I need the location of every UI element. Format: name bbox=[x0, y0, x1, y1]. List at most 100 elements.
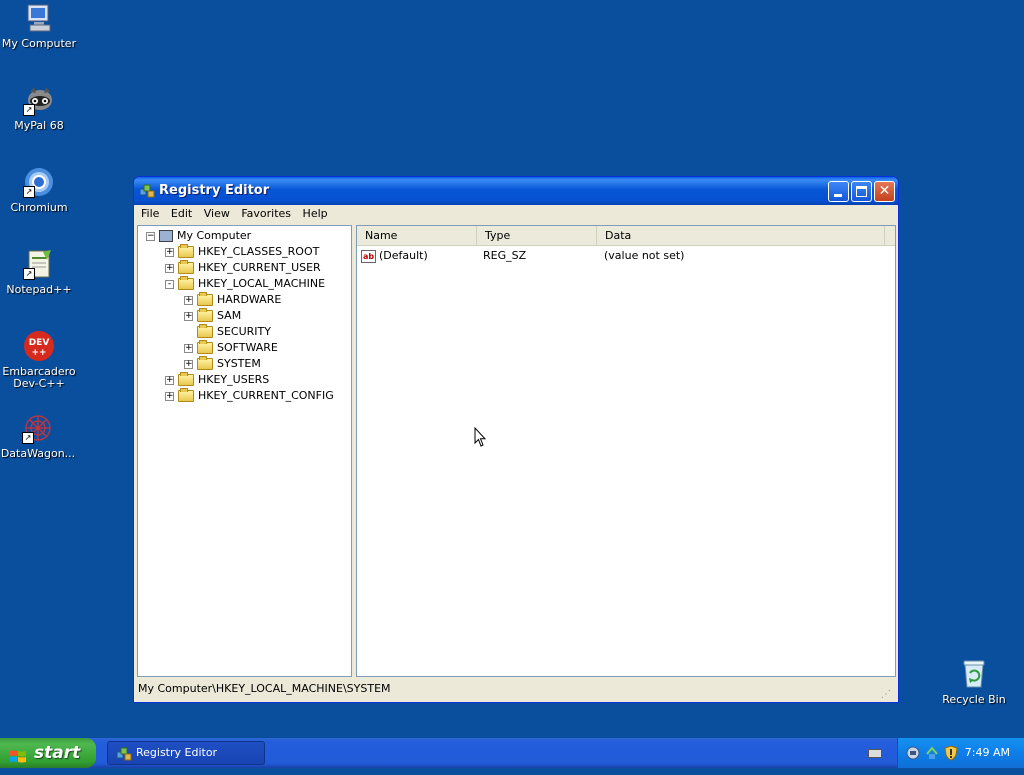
table-row[interactable]: ab (Default) REG_SZ (value not set) bbox=[357, 248, 895, 264]
tree-node-label: HKEY_CURRENT_USER bbox=[198, 261, 321, 274]
collapse-icon[interactable]: - bbox=[165, 279, 174, 289]
keyboard-icon[interactable] bbox=[868, 749, 882, 758]
start-label: start bbox=[34, 743, 81, 763]
shortcut-arrow-icon: ↗ bbox=[23, 104, 35, 116]
registry-tree[interactable]: − My Computer + HKEY_CLASSES_ROOT + HKEY_CU… bbox=[137, 225, 352, 677]
title-bar[interactable]: Registry Editor ✕ bbox=[134, 177, 898, 205]
tree-node-label: SECURITY bbox=[217, 325, 271, 338]
svg-text:++: ++ bbox=[31, 348, 46, 358]
tree-node-my-computer[interactable]: − My Computer bbox=[146, 228, 251, 244]
tree-node-hkey-classes-root[interactable]: + HKEY_CLASSES_ROOT bbox=[165, 244, 319, 260]
windows-logo-icon bbox=[9, 745, 27, 763]
expand-icon[interactable]: + bbox=[165, 375, 174, 385]
desktop-icon-datawagon[interactable]: ↗ DataWagon... bbox=[0, 412, 78, 460]
menu-view[interactable]: View bbox=[200, 205, 234, 222]
taskbar-item-registry-editor[interactable]: Registry Editor bbox=[107, 741, 265, 765]
tree-node-sam[interactable]: + SAM bbox=[184, 308, 241, 324]
expand-icon[interactable]: + bbox=[165, 391, 174, 401]
menu-file[interactable]: File bbox=[137, 205, 163, 222]
value-name-cell: ab (Default) bbox=[361, 248, 428, 264]
string-value-icon: ab bbox=[361, 249, 376, 263]
notepadpp-icon: ↗ bbox=[23, 248, 55, 280]
expand-icon[interactable]: + bbox=[165, 263, 174, 273]
shortcut-arrow-icon: ↗ bbox=[23, 268, 35, 280]
status-path: My Computer\HKEY_LOCAL_MACHINE\SYSTEM bbox=[138, 682, 391, 695]
maximize-icon bbox=[856, 186, 867, 197]
folder-icon bbox=[178, 244, 194, 258]
tree-node-label: My Computer bbox=[177, 229, 252, 242]
taskbar: start Registry Editor 7:49 AM bbox=[0, 738, 1024, 768]
column-header-type[interactable]: Type bbox=[477, 226, 597, 246]
tree-node-hardware[interactable]: + HARDWARE bbox=[184, 292, 281, 308]
shortcut-arrow-icon: ↗ bbox=[22, 432, 34, 444]
menu-edit[interactable]: Edit bbox=[167, 205, 196, 222]
tree-node-label: HKEY_USERS bbox=[198, 373, 270, 386]
desktop-icon-label: Notepad++ bbox=[6, 283, 72, 296]
desktop-icon-mypal[interactable]: ↗ MyPal 68 bbox=[0, 84, 79, 132]
window-title: Registry Editor bbox=[159, 183, 270, 198]
tree-node-label: HARDWARE bbox=[217, 293, 282, 306]
tree-node-label: HKEY_LOCAL_MACHINE bbox=[198, 277, 326, 290]
mouse-cursor-icon bbox=[474, 426, 487, 447]
expand-icon[interactable]: + bbox=[184, 311, 193, 321]
tree-node-label: SOFTWARE bbox=[217, 341, 278, 354]
security-shield-icon[interactable] bbox=[943, 745, 959, 761]
folder-icon bbox=[197, 324, 213, 338]
resize-grip-icon[interactable]: ⋰ bbox=[881, 685, 893, 700]
regedit-icon bbox=[116, 746, 132, 762]
open-folder-icon bbox=[178, 276, 194, 290]
my-computer-icon bbox=[23, 2, 55, 34]
expand-icon[interactable]: + bbox=[165, 247, 174, 257]
tree-node-security[interactable]: SECURITY bbox=[184, 324, 271, 340]
datawagon-icon: ↗ bbox=[22, 412, 54, 444]
desktop-icon-notepadpp[interactable]: ↗ Notepad++ bbox=[0, 248, 79, 296]
folder-icon bbox=[178, 372, 194, 386]
tree-node-hkey-current-user[interactable]: + HKEY_CURRENT_USER bbox=[165, 260, 321, 276]
minimize-button[interactable] bbox=[828, 181, 849, 202]
desktop-icon-my-computer[interactable]: My Computer bbox=[0, 2, 79, 50]
expand-icon[interactable]: + bbox=[184, 343, 193, 353]
values-list[interactable]: Name Type Data ab (Default) REG_SZ (value… bbox=[356, 225, 896, 677]
close-button[interactable]: ✕ bbox=[874, 181, 895, 202]
desktop-icon-label: Recycle Bin bbox=[942, 693, 1006, 706]
menu-favorites[interactable]: Favorites bbox=[237, 205, 295, 222]
folder-icon bbox=[197, 308, 213, 322]
tree-node-label: HKEY_CURRENT_CONFIG bbox=[198, 389, 334, 402]
collapse-icon[interactable]: − bbox=[146, 231, 155, 241]
maximize-button[interactable] bbox=[851, 181, 872, 202]
folder-icon bbox=[197, 292, 213, 306]
folder-icon bbox=[178, 260, 194, 274]
minimize-icon bbox=[834, 194, 842, 197]
value-name: (Default) bbox=[379, 249, 428, 262]
value-data: (value not set) bbox=[604, 249, 685, 262]
desktop-icon-recycle-bin[interactable]: Recycle Bin bbox=[934, 658, 1014, 706]
menu-bar: File Edit View Favorites Help bbox=[137, 205, 895, 223]
tree-node-system[interactable]: + SYSTEM bbox=[184, 356, 261, 372]
recycle-bin-icon bbox=[958, 658, 990, 690]
desktop-icon-label: MyPal 68 bbox=[14, 119, 64, 132]
tree-node-hkey-local-machine[interactable]: - HKEY_LOCAL_MACHINE bbox=[165, 276, 325, 292]
desktop-icon-label: DataWagon... bbox=[0, 447, 76, 460]
clock[interactable]: 7:49 AM bbox=[965, 738, 1010, 768]
start-button[interactable]: start bbox=[0, 738, 96, 768]
menu-help[interactable]: Help bbox=[299, 205, 332, 222]
column-header-data[interactable]: Data bbox=[597, 226, 885, 246]
close-icon: ✕ bbox=[878, 183, 891, 199]
column-header-name[interactable]: Name bbox=[357, 226, 477, 246]
system-tray: 7:49 AM bbox=[897, 738, 1024, 768]
tree-node-software[interactable]: + SOFTWARE bbox=[184, 340, 278, 356]
tree-node-hkey-users[interactable]: + HKEY_USERS bbox=[165, 372, 269, 388]
desktop-icon-label: My Computer bbox=[1, 37, 77, 50]
expand-icon[interactable]: + bbox=[184, 359, 193, 369]
tree-node-hkey-current-config[interactable]: + HKEY_CURRENT_CONFIG bbox=[165, 388, 334, 404]
shortcut-arrow-icon: ↗ bbox=[23, 186, 35, 198]
svg-text:DEV: DEV bbox=[29, 338, 50, 348]
desktop-icon-devcpp[interactable]: DEV ++ Embarcadero Dev-C++ bbox=[0, 330, 79, 390]
chromium-icon: ↗ bbox=[23, 166, 55, 198]
folder-icon bbox=[197, 356, 213, 370]
sync-icon[interactable] bbox=[924, 745, 940, 761]
network-icon[interactable] bbox=[905, 745, 921, 761]
desktop-icon-chromium[interactable]: ↗ Chromium bbox=[0, 166, 79, 214]
expand-icon[interactable]: + bbox=[184, 295, 193, 305]
